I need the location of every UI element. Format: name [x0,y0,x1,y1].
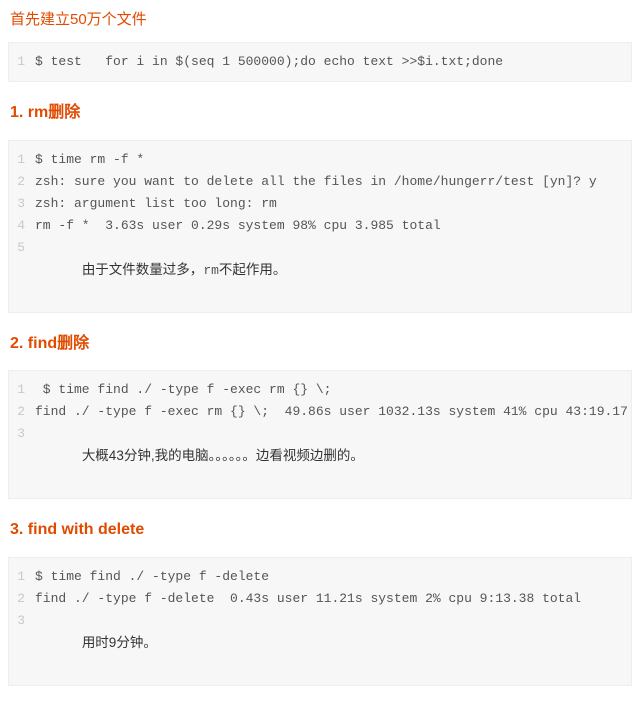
code-text: zsh: argument list too long: rm [35,193,277,215]
code-text: rm -f * 3.63s user 0.29s system 98% cpu … [35,215,441,237]
line-number: 4 [9,215,35,237]
code-text: 大概43分钟,我的电脑。。。。。。边看视频边删的。 [35,423,364,490]
intro-heading: 首先建立50万个文件 [8,8,632,32]
code-line: 1 $ test for i in $(seq 1 500000);do ech… [9,51,631,73]
section-heading-find: 2. find删除 [8,331,632,357]
code-text: $ time rm -f * [35,149,144,171]
code-text: 由于文件数量过多，rm不起作用。 [35,237,286,304]
line-number: 3 [9,423,35,445]
code-line: 2 find ./ -type f -delete 0.43s user 11.… [9,588,631,610]
code-line: 1 $ time find ./ -type f -exec rm {} \; [9,379,631,401]
code-line: 1 $ time rm -f * [9,149,631,171]
line-number: 2 [9,401,35,423]
comment-text: 用时9分钟。 [82,635,157,650]
line-number: 3 [9,193,35,215]
inline-code: rm [203,263,219,278]
comment-text: 不起作用。 [219,262,287,277]
code-line: 1 $ time find ./ -type f -delete [9,566,631,588]
code-text: zsh: sure you want to delete all the fil… [35,171,597,193]
line-number: 1 [9,149,35,171]
code-text: find ./ -type f -exec rm {} \; 49.86s us… [35,401,632,423]
line-number: 5 [9,237,35,259]
code-block-find-delete: 1 $ time find ./ -type f -delete 2 find … [8,557,632,686]
code-line: 3 zsh: argument list too long: rm [9,193,631,215]
line-number: 1 [9,379,35,401]
section-heading-find-delete: 3. find with delete [8,517,632,543]
code-block-rm: 1 $ time rm -f * 2 zsh: sure you want to… [8,140,632,313]
code-line: 5 由于文件数量过多，rm不起作用。 [9,237,631,304]
code-line: 3 用时9分钟。 [9,610,631,677]
line-number: 1 [9,566,35,588]
code-text: $ time find ./ -type f -delete [35,566,269,588]
comment-text: 由于文件数量过多， [82,262,204,277]
comment-text: 大概43分钟,我的电脑。。。。。。边看视频边删的。 [82,448,364,463]
section-heading-rm: 1. rm删除 [8,100,632,126]
line-number: 3 [9,610,35,632]
code-line: 2 zsh: sure you want to delete all the f… [9,171,631,193]
code-line: 2 find ./ -type f -exec rm {} \; 49.86s … [9,401,631,423]
code-block-create-files: 1 $ test for i in $(seq 1 500000);do ech… [8,42,632,82]
code-text: 用时9分钟。 [35,610,157,677]
line-number: 2 [9,588,35,610]
line-number: 2 [9,171,35,193]
code-line: 3 大概43分钟,我的电脑。。。。。。边看视频边删的。 [9,423,631,490]
code-text: $ test for i in $(seq 1 500000);do echo … [35,51,503,73]
code-block-find[interactable]: 1 $ time find ./ -type f -exec rm {} \; … [8,370,632,499]
code-text: find ./ -type f -delete 0.43s user 11.21… [35,588,581,610]
line-number: 1 [9,51,35,73]
code-line: 4 rm -f * 3.63s user 0.29s system 98% cp… [9,215,631,237]
code-text: $ time find ./ -type f -exec rm {} \; [35,379,331,401]
